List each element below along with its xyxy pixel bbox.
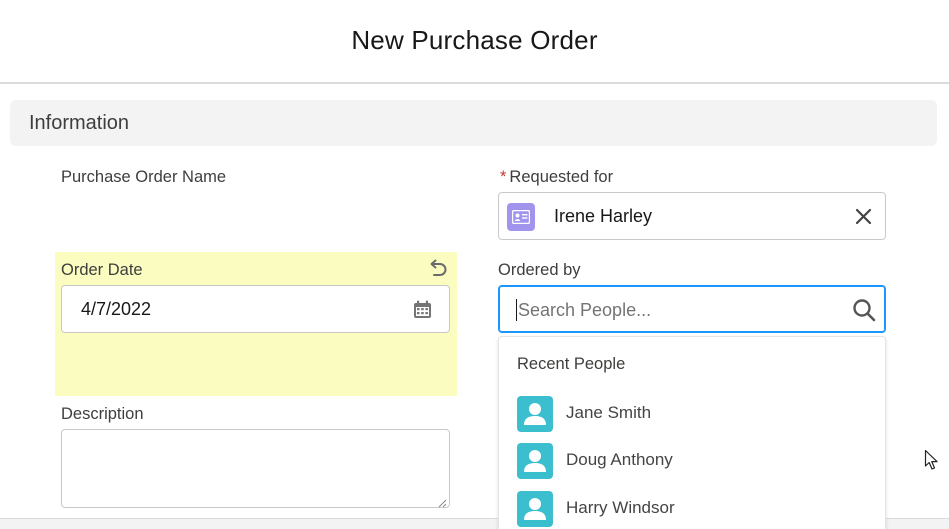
ordered-by-label: Ordered by (498, 261, 581, 279)
order-date-label: Order Date (61, 261, 143, 279)
requested-for-value: Irene Harley (554, 206, 653, 226)
section-title: Information (29, 111, 130, 134)
mouse-cursor-icon (924, 449, 940, 471)
requested-for-lookup[interactable]: Irene Harley (498, 192, 886, 240)
close-icon[interactable] (854, 207, 873, 226)
person-icon (517, 491, 553, 527)
person-icon (517, 443, 553, 479)
order-date-input[interactable]: 4/7/2022 (61, 285, 450, 333)
person-name: Jane Smith (566, 403, 652, 422)
po-name-label: Purchase Order Name (61, 168, 227, 186)
ordered-by-search-input[interactable]: Search People... (498, 285, 886, 333)
person-name: Harry Windsor (566, 498, 675, 517)
calendar-icon[interactable] (413, 300, 432, 319)
person-option-jane-smith[interactable]: Jane Smith (499, 393, 885, 435)
section-header-information[interactable]: Information (10, 100, 937, 146)
requested-for-label: * Requested for (500, 168, 613, 187)
dropdown-heading: Recent People (517, 355, 626, 373)
person-option-doug-anthony[interactable]: Doug Anthony (499, 440, 885, 482)
order-date-value: 4/7/2022 (81, 299, 152, 319)
person-option-harry-windsor[interactable]: Harry Windsor (499, 488, 885, 529)
contact-card-icon (507, 203, 535, 231)
search-icon[interactable] (852, 298, 876, 322)
required-asterisk: * (500, 168, 507, 186)
people-dropdown: Recent People Jane Smith Doug Anthony Ha… (498, 336, 886, 529)
person-name: Doug Anthony (566, 450, 673, 469)
resize-grip-icon[interactable] (437, 495, 447, 508)
modal-title: New Purchase Order (351, 24, 598, 55)
requested-for-label-text: Requested for (509, 168, 614, 186)
description-label: Description (61, 405, 144, 423)
person-icon (517, 396, 553, 432)
ordered-by-placeholder: Search People... (516, 299, 652, 321)
undo-icon[interactable] (426, 258, 448, 280)
modal-header: New Purchase Order (0, 0, 949, 84)
description-textarea[interactable] (61, 429, 450, 508)
